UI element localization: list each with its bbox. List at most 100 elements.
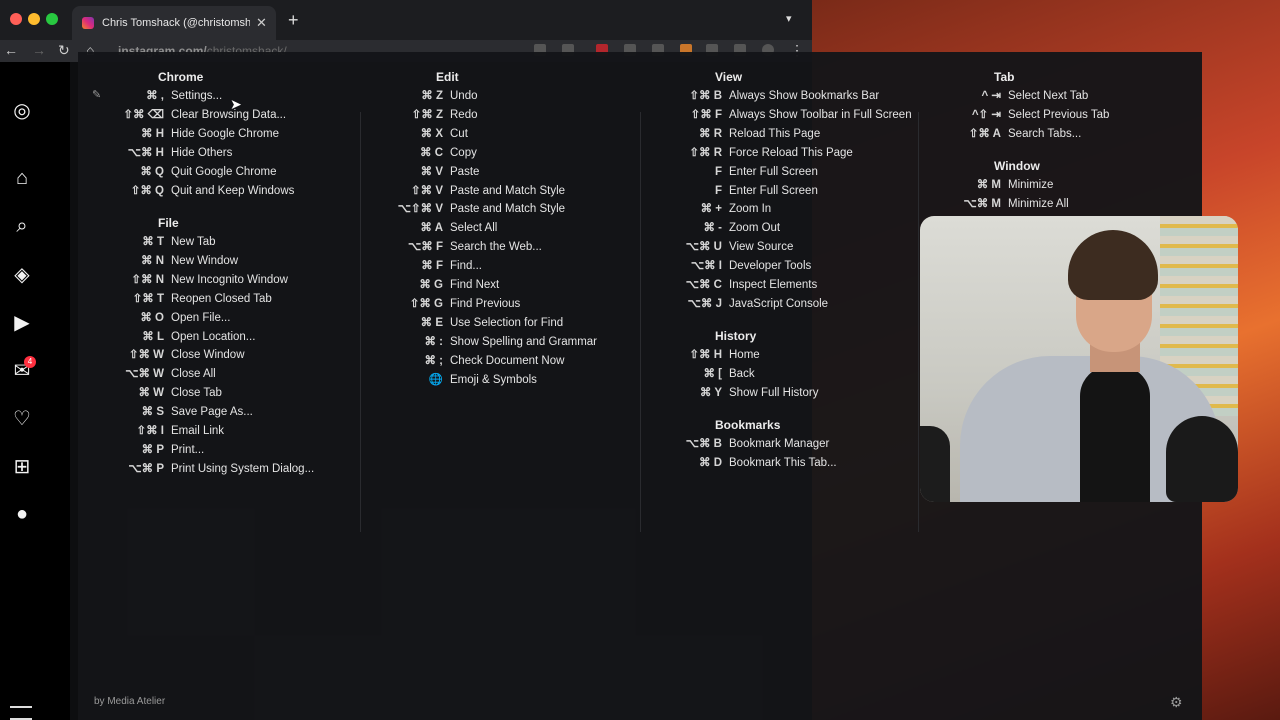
- shortcut-keys: ^⇧ ⇥: [971, 108, 1001, 121]
- shortcut-item-edit[interactable]: Undo: [450, 87, 478, 105]
- reload-icon[interactable]: ↻: [58, 42, 70, 59]
- create-plus-icon[interactable]: ⊞: [10, 454, 34, 478]
- heart-icon[interactable]: ♡: [10, 406, 34, 430]
- minimize-window-button[interactable]: [28, 13, 40, 25]
- reels-icon[interactable]: ▶: [10, 310, 34, 334]
- gear-icon[interactable]: ⚙: [1170, 694, 1183, 711]
- shortcut-item-edit[interactable]: Emoji & Symbols: [450, 371, 537, 389]
- browser-tab-active[interactable]: Chris Tomshack (@christomshack) ✕: [72, 6, 276, 40]
- more-menu-icon[interactable]: [10, 706, 32, 720]
- shortcut-item-edit[interactable]: Check Document Now: [450, 352, 564, 370]
- shortcut-item-file[interactable]: Print...: [171, 441, 204, 459]
- new-tab-button[interactable]: +: [288, 10, 299, 31]
- shortcut-item-view[interactable]: Enter Full Screen: [729, 163, 818, 181]
- shortcut-item-file[interactable]: New Window: [171, 252, 238, 270]
- shortcut-item-tab[interactable]: Search Tabs...: [1008, 125, 1081, 143]
- shortcut-item-edit[interactable]: Cut: [450, 125, 468, 143]
- shortcut-item-chrome[interactable]: Quit Google Chrome: [171, 163, 276, 181]
- shortcut-item-edit[interactable]: Use Selection for Find: [450, 314, 563, 332]
- shortcut-item-window[interactable]: Minimize: [1008, 176, 1053, 194]
- explore-compass-icon[interactable]: ◈: [10, 262, 34, 286]
- home-icon[interactable]: ⌂: [10, 166, 34, 190]
- fullscreen-window-button[interactable]: [46, 13, 58, 25]
- shortcut-item-chrome[interactable]: Hide Google Chrome: [171, 125, 279, 143]
- shortcut-item-file[interactable]: Reopen Closed Tab: [171, 290, 272, 308]
- shortcut-item-file[interactable]: Close Tab: [171, 384, 222, 402]
- shortcut-keys: ⌥⌘ F: [408, 241, 443, 254]
- shortcut-item-edit[interactable]: Select All: [450, 219, 497, 237]
- shortcut-keys: ⌘ H: [141, 127, 164, 140]
- shortcut-keys: ⌥⌘ J: [687, 297, 722, 310]
- shortcut-item-edit[interactable]: Search the Web...: [450, 238, 542, 256]
- shortcut-item-edit[interactable]: Paste and Match Style: [450, 182, 565, 200]
- shortcut-item-tab[interactable]: Select Previous Tab: [1008, 106, 1109, 124]
- shortcut-item-view[interactable]: Enter Full Screen: [729, 182, 818, 200]
- shortcut-keys: ⌘ P: [141, 443, 164, 456]
- shortcut-item-window[interactable]: Minimize All: [1008, 195, 1069, 213]
- close-window-button[interactable]: [10, 13, 22, 25]
- footer-credit: by Media Atelier: [94, 696, 166, 707]
- shortcut-item-view[interactable]: View Source: [729, 238, 793, 256]
- shortcut-item-file[interactable]: Open File...: [171, 309, 230, 327]
- shortcut-item-file[interactable]: Close Window: [171, 346, 245, 364]
- shortcut-item-file[interactable]: New Tab: [171, 233, 216, 251]
- shortcut-item-view[interactable]: Force Reload This Page: [729, 144, 853, 162]
- shortcut-keys: ⇧⌘ B: [689, 90, 722, 102]
- shortcut-keys: ⇧⌘ W: [128, 349, 164, 362]
- shortcut-item-chrome[interactable]: Hide Others: [171, 144, 232, 162]
- shortcut-item-edit[interactable]: Paste: [450, 163, 479, 181]
- shortcut-item-view[interactable]: Zoom Out: [729, 219, 780, 237]
- close-tab-icon[interactable]: ✕: [256, 15, 267, 31]
- shortcut-keys: ⌘ ;: [424, 354, 443, 367]
- shortcut-keys: ⌘ R: [699, 127, 722, 140]
- chevron-down-icon[interactable]: ▾: [786, 12, 792, 25]
- shortcut-keys: ⇧⌘ F: [690, 108, 722, 121]
- section-title-view: View: [715, 70, 743, 84]
- section-title-bookmarks: Bookmarks: [715, 418, 781, 432]
- shortcut-item-file[interactable]: Save Page As...: [171, 403, 253, 421]
- shortcut-item-chrome[interactable]: Settings...: [171, 87, 222, 105]
- shortcut-item-chrome[interactable]: Quit and Keep Windows: [171, 182, 294, 200]
- search-icon[interactable]: ⌕: [10, 214, 34, 238]
- shortcut-keys: ⇧⌘ A: [968, 127, 1001, 140]
- shortcut-item-history[interactable]: Back: [729, 365, 755, 383]
- shortcut-keys: ⌥⌘ M: [963, 197, 1001, 210]
- shortcut-item-view[interactable]: Inspect Elements: [729, 276, 817, 294]
- instagram-logo-icon[interactable]: ◎: [10, 98, 34, 122]
- shortcut-item-bookmarks[interactable]: Bookmark This Tab...: [729, 454, 837, 472]
- shortcut-item-file[interactable]: Email Link: [171, 422, 224, 440]
- section-title-edit: Edit: [436, 70, 459, 84]
- shortcut-keys: ⇧⌘ N: [131, 273, 164, 286]
- forward-arrow-icon[interactable]: →: [32, 42, 46, 58]
- shortcut-keys: ⌘ Z: [421, 90, 443, 102]
- shortcut-item-edit[interactable]: Copy: [450, 144, 477, 162]
- profile-avatar[interactable]: ●: [10, 502, 34, 526]
- shortcut-item-edit[interactable]: Show Spelling and Grammar: [450, 333, 597, 351]
- shortcut-item-file[interactable]: Open Location...: [171, 328, 255, 346]
- shortcut-keys: F: [714, 184, 722, 197]
- shortcut-item-tab[interactable]: Select Next Tab: [1008, 87, 1088, 105]
- shortcut-item-view[interactable]: Zoom In: [729, 200, 771, 218]
- shortcut-item-file[interactable]: Print Using System Dialog...: [171, 460, 314, 478]
- shortcut-item-view[interactable]: Always Show Toolbar in Full Screen: [729, 106, 912, 124]
- back-arrow-icon[interactable]: ←: [4, 42, 18, 58]
- shortcut-item-view[interactable]: Always Show Bookmarks Bar: [729, 87, 879, 105]
- shortcut-item-edit[interactable]: Redo: [450, 106, 478, 124]
- shortcut-item-view[interactable]: JavaScript Console: [729, 295, 828, 313]
- shortcut-item-view[interactable]: Reload This Page: [729, 125, 820, 143]
- shortcut-item-history[interactable]: Home: [729, 346, 760, 364]
- webcam-video-overlay: [920, 216, 1238, 502]
- shortcut-item-edit[interactable]: Find...: [450, 257, 482, 275]
- shortcut-item-view[interactable]: Developer Tools: [729, 257, 811, 275]
- shortcut-keys: ⌥⌘ H: [127, 146, 164, 159]
- shortcut-item-file[interactable]: Close All: [171, 365, 216, 383]
- shortcut-keys: ⌘ N: [141, 254, 164, 267]
- shortcut-item-edit[interactable]: Paste and Match Style: [450, 200, 565, 218]
- shortcut-item-edit[interactable]: Find Next: [450, 276, 499, 294]
- shortcut-item-chrome[interactable]: Clear Browsing Data...: [171, 106, 286, 124]
- shortcut-item-file[interactable]: New Incognito Window: [171, 271, 288, 289]
- shortcut-item-bookmarks[interactable]: Bookmark Manager: [729, 435, 829, 453]
- shortcut-item-history[interactable]: Show Full History: [729, 384, 818, 402]
- shortcut-keys: ⌥⇧⌘ V: [397, 203, 443, 216]
- shortcut-item-edit[interactable]: Find Previous: [450, 295, 520, 313]
